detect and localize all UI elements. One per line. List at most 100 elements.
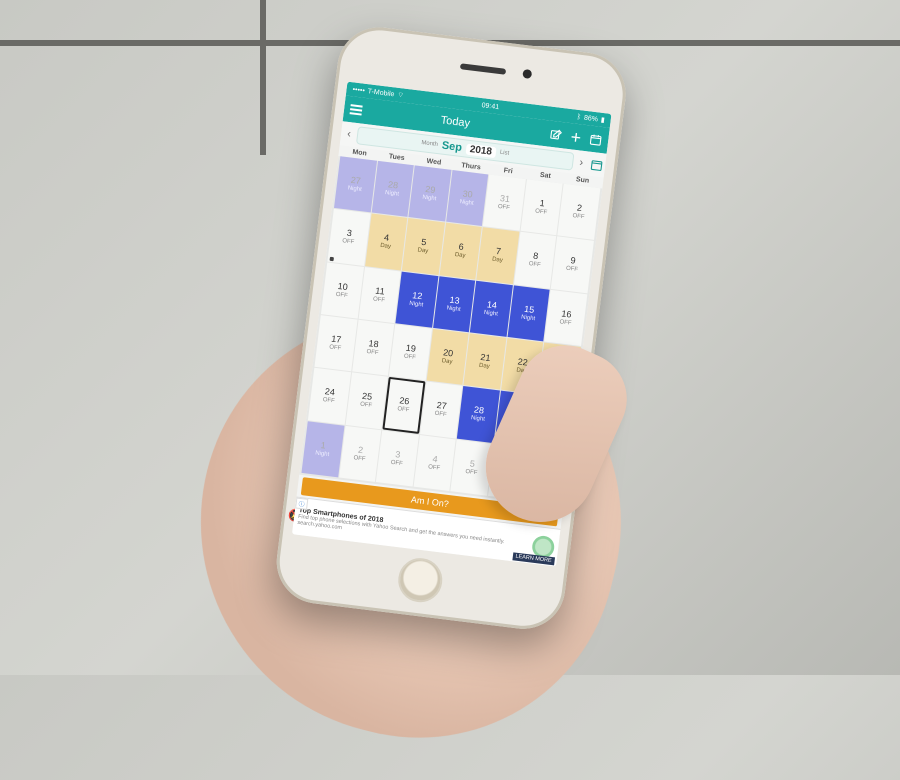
calendar-day-cell[interactable]: 21Day [464,333,507,389]
calendar-day-cell[interactable]: 4OFF [413,434,456,490]
day-number: 10 [337,281,348,291]
shift-label: Day [441,358,452,365]
compose-icon[interactable] [548,126,564,142]
calendar-day-cell[interactable]: 27OFF [420,381,463,437]
day-number: 13 [449,295,460,305]
calendar-day-cell[interactable]: 5Day [402,218,445,274]
calendar-day-cell[interactable]: 7Day [477,227,520,283]
shift-label: OFF [465,468,478,475]
event-dot-icon [330,256,334,260]
calendar-day-cell[interactable]: 30Night [446,170,489,226]
shift-label: Day [479,362,490,369]
day-number: 28 [387,180,398,190]
year-value: 2018 [465,143,496,158]
day-number: 15 [524,304,535,314]
calendar-day-cell[interactable]: 8OFF [514,232,557,288]
shift-label: Night [315,450,330,458]
calendar-day-cell[interactable]: 15Night [507,285,550,341]
phone-speaker [460,63,506,75]
day-number: 14 [486,300,497,310]
shift-label: Night [471,415,486,423]
calendar-day-cell[interactable]: 26OFF [383,377,426,433]
ad-badge-icon: ⓘ [295,497,308,509]
phone-front-camera [522,68,532,78]
day-number: 12 [412,290,423,300]
calendar-day-cell[interactable]: 18OFF [352,319,395,375]
calendar-day-cell[interactable]: 25OFF [345,372,388,428]
shift-label: OFF [373,296,386,303]
shift-label: OFF [335,291,348,298]
jump-to-date-icon[interactable] [588,156,604,172]
month-tag: Month [421,140,438,148]
day-number: 2 [576,203,582,213]
shift-label: Night [409,300,424,308]
day-number: 28 [473,405,484,415]
next-month-button[interactable]: › [575,156,588,169]
day-number: 6 [458,242,464,252]
calendar-day-cell[interactable]: 3OFF [376,430,419,486]
shift-label: OFF [353,454,366,461]
day-number: 21 [480,353,491,363]
calendar-day-cell[interactable]: 28Night [457,386,500,442]
home-button[interactable] [396,555,445,604]
calendar-day-cell[interactable]: 19OFF [389,324,432,380]
day-number: 7 [495,247,501,257]
calendar-day-cell[interactable]: 2OFF [558,183,601,239]
shift-label: Night [521,314,536,322]
calendar-day-cell[interactable]: 17OFF [314,315,357,371]
shift-label: OFF [366,349,379,356]
shift-label: Day [492,257,503,264]
shift-label: Night [484,309,499,317]
calendar-day-cell[interactable]: 27Night [334,156,377,212]
shift-label: OFF [322,397,335,404]
calendar-toolbar-icon[interactable] [588,131,604,147]
calendar-day-cell[interactable]: 14Night [470,280,513,336]
calendar-day-cell[interactable]: 31OFF [483,174,526,230]
shift-label: OFF [559,319,572,326]
calendar-day-cell[interactable]: 29Night [409,165,452,221]
calendar-day-cell[interactable]: 12Night [396,271,439,327]
day-number: 1 [320,440,326,450]
day-number: 29 [425,185,436,195]
calendar-day-cell[interactable]: 6Day [439,222,482,278]
day-number: 3 [346,229,352,239]
calendar-day-cell[interactable]: 1Night [301,420,344,476]
day-number: 4 [383,233,389,243]
calendar-day-cell[interactable]: 1OFF [520,179,563,235]
shift-label: OFF [390,459,403,466]
day-number: 17 [331,334,342,344]
calendar-day-cell[interactable]: 28Night [371,160,414,216]
day-number: 26 [399,396,410,406]
day-number: 5 [421,238,427,248]
menu-button[interactable] [350,104,363,115]
day-number: 27 [436,401,447,411]
day-number: 9 [570,256,576,266]
wifi-icon: ⌔ [397,90,405,100]
calendar-day-cell[interactable]: 3OFF [327,209,370,265]
carrier-label: T-Mobile [367,87,394,97]
calendar-day-cell[interactable]: 11OFF [358,266,401,322]
day-number: 20 [443,348,454,358]
calendar-day-cell[interactable]: 13Night [433,275,476,331]
am-i-on-label: Am I On? [410,494,449,509]
calendar-day-cell[interactable]: 24OFF [308,368,351,424]
shift-label: Day [380,243,391,250]
bluetooth-icon: ᛒ [576,113,581,120]
prev-month-button[interactable]: ‹ [342,127,355,140]
shift-label: OFF [428,464,441,471]
calendar-day-cell[interactable]: 2OFF [339,425,382,481]
calendar-day-cell[interactable]: 10OFF [321,262,364,318]
day-number: 5 [469,459,475,469]
calendar-day-cell[interactable]: 4Day [365,213,408,269]
day-number: 1 [539,199,545,209]
shift-label: OFF [572,213,585,220]
calendar-day-cell[interactable]: 20Day [426,328,469,384]
calendar-day-cell[interactable]: 16OFF [545,289,588,345]
shift-label: Day [417,247,428,254]
shift-label: OFF [397,406,410,413]
list-tag: List [499,149,509,156]
day-number: 31 [499,194,510,204]
shift-label: OFF [342,238,355,245]
add-icon[interactable] [568,128,584,144]
calendar-day-cell[interactable]: 9OFF [551,236,594,292]
